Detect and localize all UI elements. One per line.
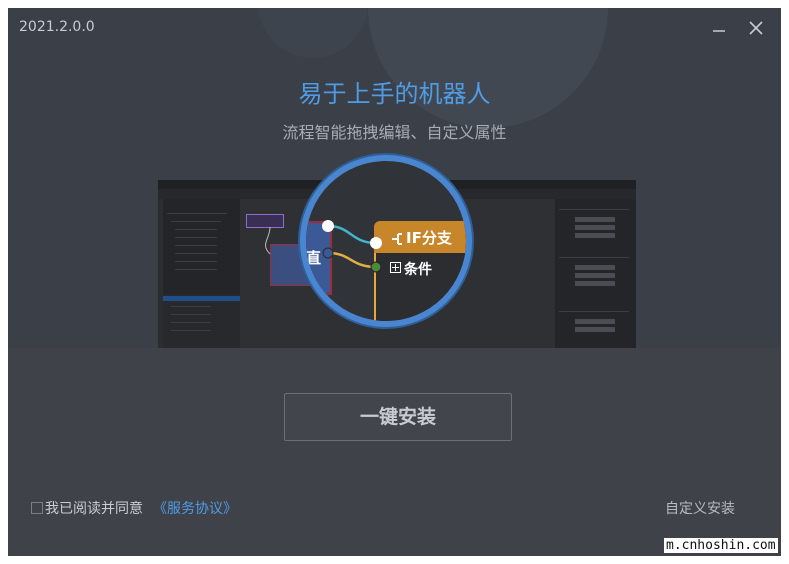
custom-install-link[interactable]: 自定义安装 bbox=[665, 498, 735, 518]
close-button[interactable] bbox=[743, 15, 769, 41]
preview-variables-panel bbox=[163, 294, 240, 348]
installer-window: 2021.2.0.0 易于上手的机器人 流程智能拖拽编辑、自定义属性 直 IF分… bbox=[8, 8, 781, 556]
if-branch-label: IF分支 bbox=[406, 229, 452, 247]
one-click-install-button[interactable]: 一键安装 bbox=[284, 393, 512, 441]
minimize-button[interactable] bbox=[706, 15, 732, 41]
close-icon bbox=[749, 21, 763, 35]
agree-checkbox[interactable] bbox=[31, 502, 43, 514]
decor-circle bbox=[258, 8, 368, 58]
terms-link[interactable]: 《服务协议》 bbox=[153, 498, 237, 518]
minimize-icon bbox=[713, 30, 725, 32]
magnifier-lens: 直 IF分支 条件 bbox=[300, 155, 472, 327]
preview-properties-panel bbox=[555, 199, 636, 348]
version-label: 2021.2.0.0 bbox=[19, 19, 95, 35]
agree-text: 我已阅读并同意 bbox=[45, 501, 143, 517]
banner-subtitle: 流程智能拖拽编辑、自定义属性 bbox=[282, 123, 507, 142]
condition-label: 条件 bbox=[404, 262, 432, 278]
watermark: m.cnhoshin.com bbox=[664, 538, 778, 553]
condition-plus-icon bbox=[390, 262, 401, 273]
banner-title: 易于上手的机器人 bbox=[298, 80, 491, 108]
decor-circle bbox=[368, 8, 608, 128]
if-branch-icon bbox=[392, 233, 402, 245]
